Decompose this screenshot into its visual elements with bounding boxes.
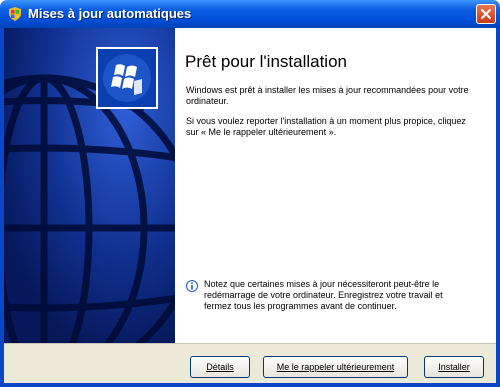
postpone-message: Si vous voulez reporter l'installation à… bbox=[186, 116, 466, 137]
window-frame-right bbox=[496, 28, 500, 387]
info-icon bbox=[186, 280, 198, 292]
remind-later-button[interactable]: Me le rappeler ultérieurement bbox=[263, 356, 408, 378]
close-icon bbox=[481, 9, 491, 19]
remind-later-button-label: Me le rappeler ultérieurement bbox=[276, 362, 395, 372]
windows-update-shield-icon bbox=[9, 7, 21, 21]
restart-notice-text: Notez que certaines mises à jour nécessi… bbox=[204, 279, 443, 311]
install-button-label: Installer bbox=[438, 362, 470, 372]
window-frame-bottom bbox=[0, 383, 500, 387]
details-button-label: Détails bbox=[206, 362, 234, 372]
install-button[interactable]: Installer bbox=[424, 356, 484, 378]
page-heading: Prêt pour l'installation bbox=[185, 52, 347, 71]
title-bar[interactable]: Mises à jour automatiques bbox=[0, 0, 500, 28]
update-dialog: Mises à jour automatiques Prêt pour l'in… bbox=[0, 0, 500, 387]
close-button[interactable] bbox=[476, 4, 496, 24]
button-bar: Détails Me le rappeler ultérieurement In… bbox=[4, 343, 496, 383]
windows-logo-box bbox=[96, 47, 158, 109]
details-button[interactable]: Détails bbox=[190, 356, 250, 378]
ready-message: Windows est prêt à installer les mises à… bbox=[186, 85, 469, 106]
windows-logo-icon bbox=[103, 54, 151, 102]
window-title: Mises à jour automatiques bbox=[28, 6, 192, 21]
